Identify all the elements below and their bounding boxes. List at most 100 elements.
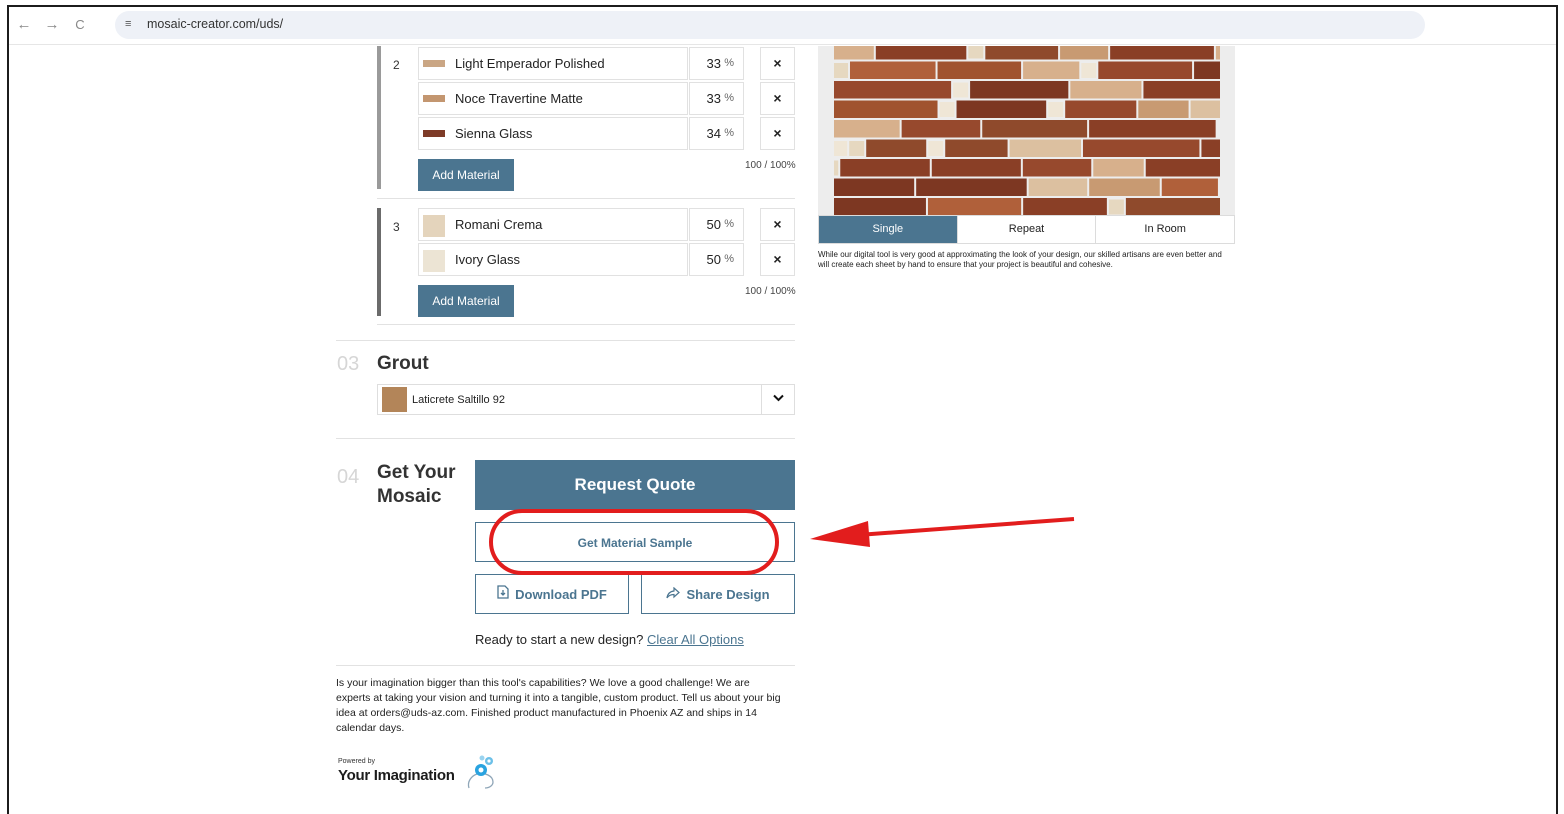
mosaic-tile: [1194, 61, 1220, 79]
back-arrow-icon[interactable]: ←: [15, 16, 33, 34]
group-number: 3: [393, 220, 400, 234]
annotation-highlight-oval: [489, 509, 779, 575]
share-design-label: Share Design: [686, 587, 770, 602]
mosaic-tile: [834, 81, 952, 99]
percent-sign: %: [724, 253, 734, 265]
group-total: 100 / 100%: [745, 286, 796, 297]
clear-all-options-link[interactable]: Clear All Options: [647, 632, 744, 647]
mosaic-tile: [1023, 198, 1107, 216]
material-swatch: [423, 95, 445, 102]
mosaic-tile: [1081, 63, 1097, 78]
percent-sign: %: [724, 218, 734, 230]
forward-arrow-icon[interactable]: →: [43, 16, 61, 34]
request-quote-button[interactable]: Request Quote: [475, 460, 795, 510]
address-bar[interactable]: ≡ mosaic-creator.com/uds/: [115, 11, 1425, 39]
tab-in-room[interactable]: In Room: [1096, 216, 1234, 243]
mosaic-preview-image: [834, 46, 1220, 216]
mosaic-tile: [937, 61, 1022, 79]
percent-field[interactable]: 33 %: [689, 47, 744, 80]
mosaic-tile: [968, 46, 984, 59]
grout-dropdown[interactable]: Laticrete Saltillo 92: [377, 384, 795, 415]
mosaic-tile: [1082, 139, 1200, 157]
section-number: 04: [337, 466, 360, 488]
share-design-button[interactable]: Share Design: [641, 574, 795, 614]
material-row-romani-crema[interactable]: Romani Crema: [418, 208, 688, 241]
section-title-line2: Mosaic: [377, 486, 442, 507]
add-material-button[interactable]: Add Material: [418, 159, 514, 191]
percent-value: 34: [706, 126, 721, 141]
mosaic-tile: [928, 141, 944, 156]
mosaic-tile: [1161, 178, 1218, 196]
material-name: Light Emperador Polished: [455, 56, 605, 71]
powered-by-brand: Your Imagination: [338, 767, 455, 784]
add-material-button[interactable]: Add Material: [418, 285, 514, 317]
percent-value: 50: [706, 217, 721, 232]
material-row-noce-travertine[interactable]: Noce Travertine Matte: [418, 82, 688, 115]
mosaic-tile: [1125, 198, 1220, 216]
download-pdf-label: Download PDF: [515, 587, 607, 602]
percent-value: 33: [706, 91, 721, 106]
remove-material-button[interactable]: ×: [760, 243, 795, 276]
mosaic-tile: [834, 46, 874, 60]
mosaic-tile: [875, 46, 967, 60]
remove-material-button[interactable]: ×: [760, 117, 795, 150]
percent-field[interactable]: 50 %: [689, 243, 744, 276]
site-settings-icon[interactable]: ≡: [125, 18, 131, 30]
custom-order-description: Is your imagination bigger than this too…: [336, 677, 781, 734]
percent-field[interactable]: 33 %: [689, 82, 744, 115]
section-title-line1: Get Your: [377, 462, 456, 483]
grout-selected-value: Laticrete Saltillo 92: [412, 394, 505, 406]
download-pdf-button[interactable]: Download PDF: [475, 574, 629, 614]
mosaic-tile: [916, 178, 1027, 196]
grout-swatch: [382, 387, 407, 412]
new-design-prompt: Ready to start a new design? Clear All O…: [475, 632, 744, 647]
mosaic-tile: [834, 198, 926, 216]
annotation-arrow-icon: [810, 517, 1075, 547]
mosaic-tile: [1098, 61, 1193, 79]
material-row-sienna-glass[interactable]: Sienna Glass: [418, 117, 688, 150]
mosaic-tile: [849, 141, 865, 156]
mosaic-tile: [1093, 159, 1144, 177]
tab-repeat[interactable]: Repeat: [958, 216, 1097, 243]
percent-field[interactable]: 50 %: [689, 208, 744, 241]
remove-material-button[interactable]: ×: [760, 208, 795, 241]
percent-field[interactable]: 34 %: [689, 117, 744, 150]
tab-single[interactable]: Single: [819, 216, 958, 243]
divider: [377, 324, 795, 325]
mosaic-tile: [1089, 120, 1216, 138]
mosaic-tile: [1145, 159, 1220, 177]
section-number: 03: [337, 353, 360, 375]
chevron-down-icon[interactable]: [761, 385, 794, 414]
percent-sign: %: [724, 92, 734, 104]
mosaic-tile: [1023, 61, 1080, 79]
mosaic-tile: [840, 159, 930, 177]
material-swatch: [423, 130, 445, 137]
mosaic-tile: [834, 63, 848, 78]
divider: [336, 438, 795, 439]
mosaic-tile: [1108, 199, 1124, 215]
mosaic-tile: [945, 139, 1008, 157]
mosaic-tile: [834, 178, 915, 196]
mosaic-preview-panel: [818, 46, 1235, 216]
material-name: Noce Travertine Matte: [455, 91, 583, 106]
reload-icon[interactable]: C: [71, 16, 89, 34]
mosaic-tile: [1048, 102, 1064, 117]
mosaic-tile: [1028, 178, 1088, 196]
material-row-light-emperador[interactable]: Light Emperador Polished: [418, 47, 688, 80]
percent-sign: %: [724, 127, 734, 139]
mosaic-tile: [982, 120, 1088, 138]
material-row-ivory-glass[interactable]: Ivory Glass: [418, 243, 688, 276]
mosaic-tile: [956, 100, 1047, 118]
mosaic-tile: [834, 100, 938, 118]
mosaic-tile: [901, 120, 981, 138]
mosaic-tile: [1009, 139, 1081, 157]
remove-material-button[interactable]: ×: [760, 82, 795, 115]
mosaic-tile: [1190, 100, 1220, 118]
material-swatch: [423, 60, 445, 67]
percent-value: 50: [706, 252, 721, 267]
remove-material-button[interactable]: ×: [760, 47, 795, 80]
mosaic-tile: [834, 160, 839, 176]
mosaic-tile: [1065, 100, 1137, 118]
mosaic-tile: [849, 61, 936, 79]
material-name: Romani Crema: [455, 217, 543, 232]
